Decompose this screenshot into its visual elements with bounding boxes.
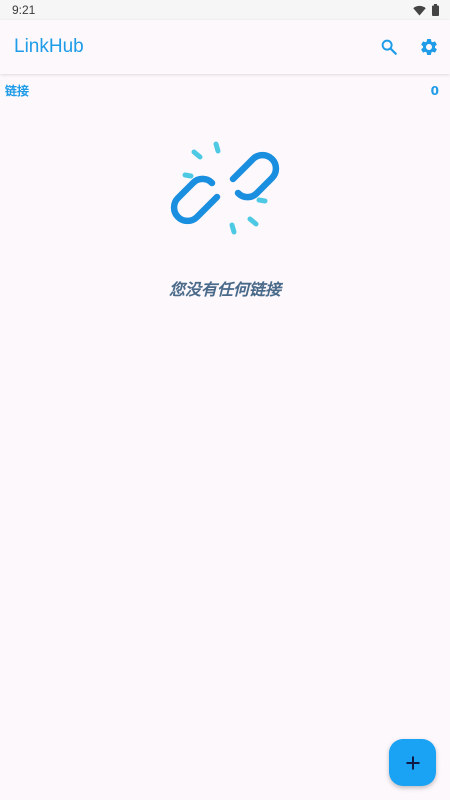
broken-link-icon bbox=[170, 141, 280, 235]
search-button[interactable] bbox=[376, 34, 402, 60]
app-bar-actions bbox=[376, 34, 442, 60]
plus-icon bbox=[406, 756, 419, 769]
search-icon bbox=[381, 39, 397, 55]
app-bar: LinkHub bbox=[0, 20, 450, 74]
status-icons bbox=[413, 4, 439, 16]
links-section-header: 链接 0 bbox=[0, 74, 450, 99]
empty-state-message: 您没有任何链接 bbox=[168, 280, 281, 299]
section-label: 链接 bbox=[5, 84, 30, 98]
link-count: 0 bbox=[430, 83, 439, 98]
status-time: 9:21 bbox=[12, 3, 36, 17]
settings-button[interactable] bbox=[416, 34, 442, 60]
empty-state: 您没有任何链接 bbox=[0, 128, 450, 300]
app-title: LinkHub bbox=[14, 36, 84, 57]
status-bar: 9:21 bbox=[0, 0, 450, 20]
battery-icon bbox=[432, 4, 439, 16]
add-link-button[interactable] bbox=[389, 739, 436, 786]
wifi-icon bbox=[413, 5, 426, 15]
settings-icon bbox=[421, 38, 437, 55]
